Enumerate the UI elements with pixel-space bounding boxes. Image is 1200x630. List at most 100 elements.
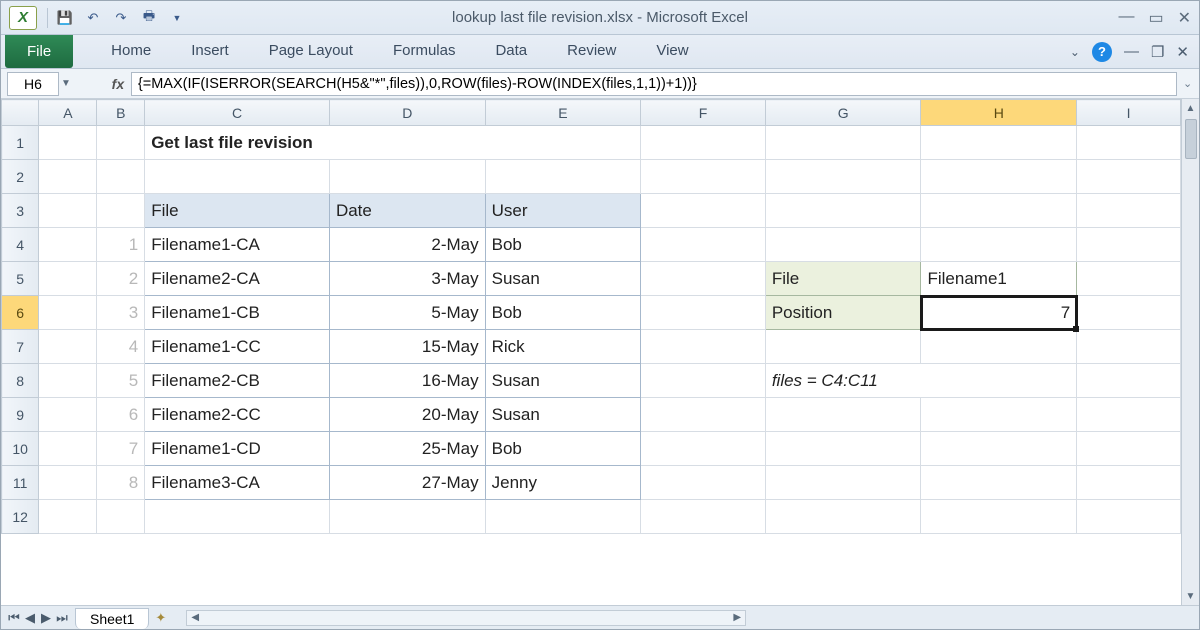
sheet-nav-last-icon[interactable]: ⏭	[55, 610, 69, 626]
cell-file[interactable]: Filename1-CC	[145, 330, 330, 364]
scroll-up-icon[interactable]: ▲	[1186, 99, 1196, 117]
row-3: 3 File Date User	[2, 194, 1181, 228]
cell-user[interactable]: Bob	[485, 432, 641, 466]
maximize-icon[interactable]: ▭	[1148, 8, 1163, 28]
cell-file[interactable]: Filename1-CB	[145, 296, 330, 330]
print-icon[interactable]: 🖶	[138, 7, 160, 29]
formula-bar-expand-icon[interactable]: ⌄	[1183, 77, 1199, 90]
row-7: 7 4 Filename1-CC 15-May Rick	[2, 330, 1181, 364]
cell-date[interactable]: 3-May	[329, 262, 485, 296]
ribbon-right: ⌄ ? ― ❐ ✕	[1070, 35, 1199, 68]
lookup-file-value[interactable]: Filename1	[921, 262, 1077, 296]
name-box-dropdown-icon[interactable]: ▼	[61, 78, 71, 89]
cell-file[interactable]: Filename3-CA	[145, 466, 330, 500]
cell-date[interactable]: 15-May	[329, 330, 485, 364]
doc-restore-icon[interactable]: ❐	[1151, 43, 1164, 61]
col-I[interactable]: I	[1077, 100, 1181, 126]
cell-date[interactable]: 27-May	[329, 466, 485, 500]
cell-file[interactable]: Filename2-CC	[145, 398, 330, 432]
cell-file[interactable]: Filename2-CA	[145, 262, 330, 296]
cell-file[interactable]: Filename2-CB	[145, 364, 330, 398]
scroll-thumb[interactable]	[1185, 119, 1197, 159]
sheet-nav[interactable]: ⏮ ◀ ▶ ⏭	[1, 610, 75, 626]
horizontal-scrollbar[interactable]: ◀ ▶	[186, 610, 746, 626]
row-header[interactable]: 12	[2, 500, 39, 534]
tab-data[interactable]: Data	[475, 35, 547, 68]
row-header[interactable]: 9	[2, 398, 39, 432]
qat-customize-icon[interactable]: ▼	[166, 7, 188, 29]
close-icon[interactable]: ✕	[1178, 8, 1191, 28]
sheet-nav-next-icon[interactable]: ▶	[39, 610, 53, 626]
cell-date[interactable]: 16-May	[329, 364, 485, 398]
row-header[interactable]: 3	[2, 194, 39, 228]
vertical-scrollbar[interactable]: ▲ ▼	[1181, 99, 1199, 605]
select-all-corner[interactable]	[2, 100, 39, 126]
tab-page-layout[interactable]: Page Layout	[249, 35, 373, 68]
col-A[interactable]: A	[39, 100, 97, 126]
grid[interactable]: A B C D E F G H I 1 Get last file revisi…	[1, 99, 1181, 605]
row-header[interactable]: 8	[2, 364, 39, 398]
scroll-down-icon[interactable]: ▼	[1186, 587, 1196, 605]
tab-home[interactable]: Home	[91, 35, 171, 68]
scroll-right-icon[interactable]: ▶	[729, 612, 745, 623]
file-tab[interactable]: File	[5, 35, 73, 68]
col-G[interactable]: G	[765, 100, 921, 126]
tab-view[interactable]: View	[636, 35, 708, 68]
cell-file[interactable]: Filename1-CD	[145, 432, 330, 466]
cell-user[interactable]: Susan	[485, 398, 641, 432]
tab-review[interactable]: Review	[547, 35, 636, 68]
row-header[interactable]: 10	[2, 432, 39, 466]
sheet-tab[interactable]: Sheet1	[75, 608, 149, 629]
row-12: 12	[2, 500, 1181, 534]
cell-user[interactable]: Susan	[485, 364, 641, 398]
col-B[interactable]: B	[97, 100, 145, 126]
scroll-left-icon[interactable]: ◀	[187, 612, 203, 623]
lookup-position-value[interactable]: 7	[921, 296, 1077, 330]
tab-formulas[interactable]: Formulas	[373, 35, 476, 68]
col-H[interactable]: H	[921, 100, 1077, 126]
sheet-nav-prev-icon[interactable]: ◀	[23, 610, 37, 626]
row-header[interactable]: 4	[2, 228, 39, 262]
col-D[interactable]: D	[329, 100, 485, 126]
ribbon-minimize-icon[interactable]: ⌄	[1070, 45, 1080, 59]
cell-date[interactable]: 2-May	[329, 228, 485, 262]
table-header-date: Date	[329, 194, 485, 228]
row-header[interactable]: 2	[2, 160, 39, 194]
window-controls: ― ▭ ✕	[1118, 8, 1191, 28]
formula-bar[interactable]: {=MAX(IF(ISERROR(SEARCH(H5&"*",files)),0…	[131, 72, 1177, 96]
separator	[47, 8, 48, 28]
doc-minimize-icon[interactable]: ―	[1124, 43, 1139, 60]
col-F[interactable]: F	[641, 100, 766, 126]
row-index: 4	[97, 330, 145, 364]
undo-icon[interactable]: ↶	[82, 7, 104, 29]
row-header[interactable]: 7	[2, 330, 39, 364]
cell-date[interactable]: 5-May	[329, 296, 485, 330]
cell-user[interactable]: Bob	[485, 228, 641, 262]
save-icon[interactable]: 💾	[54, 7, 76, 29]
col-C[interactable]: C	[145, 100, 330, 126]
row-header[interactable]: 1	[2, 126, 39, 160]
row-header[interactable]: 6	[2, 296, 39, 330]
cell-file[interactable]: Filename1-CA	[145, 228, 330, 262]
help-icon[interactable]: ?	[1092, 42, 1112, 62]
row-header[interactable]: 11	[2, 466, 39, 500]
page-title: Get last file revision	[145, 126, 641, 160]
cell-user[interactable]: Susan	[485, 262, 641, 296]
cell-date[interactable]: 20-May	[329, 398, 485, 432]
sheet-nav-first-icon[interactable]: ⏮	[7, 610, 21, 626]
cell-user[interactable]: Bob	[485, 296, 641, 330]
tab-insert[interactable]: Insert	[171, 35, 249, 68]
table-header-user: User	[485, 194, 641, 228]
cell-user[interactable]: Jenny	[485, 466, 641, 500]
minimize-icon[interactable]: ―	[1118, 8, 1134, 28]
cell-user[interactable]: Rick	[485, 330, 641, 364]
cell-date[interactable]: 25-May	[329, 432, 485, 466]
redo-icon[interactable]: ↷	[110, 7, 132, 29]
row-4: 4 1 Filename1-CA 2-May Bob	[2, 228, 1181, 262]
fx-icon[interactable]: fx	[105, 76, 131, 92]
row-header[interactable]: 5	[2, 262, 39, 296]
col-E[interactable]: E	[485, 100, 641, 126]
doc-close-icon[interactable]: ✕	[1176, 43, 1189, 61]
new-sheet-icon[interactable]: ✦	[155, 610, 166, 626]
name-box[interactable]: H6	[7, 72, 59, 96]
